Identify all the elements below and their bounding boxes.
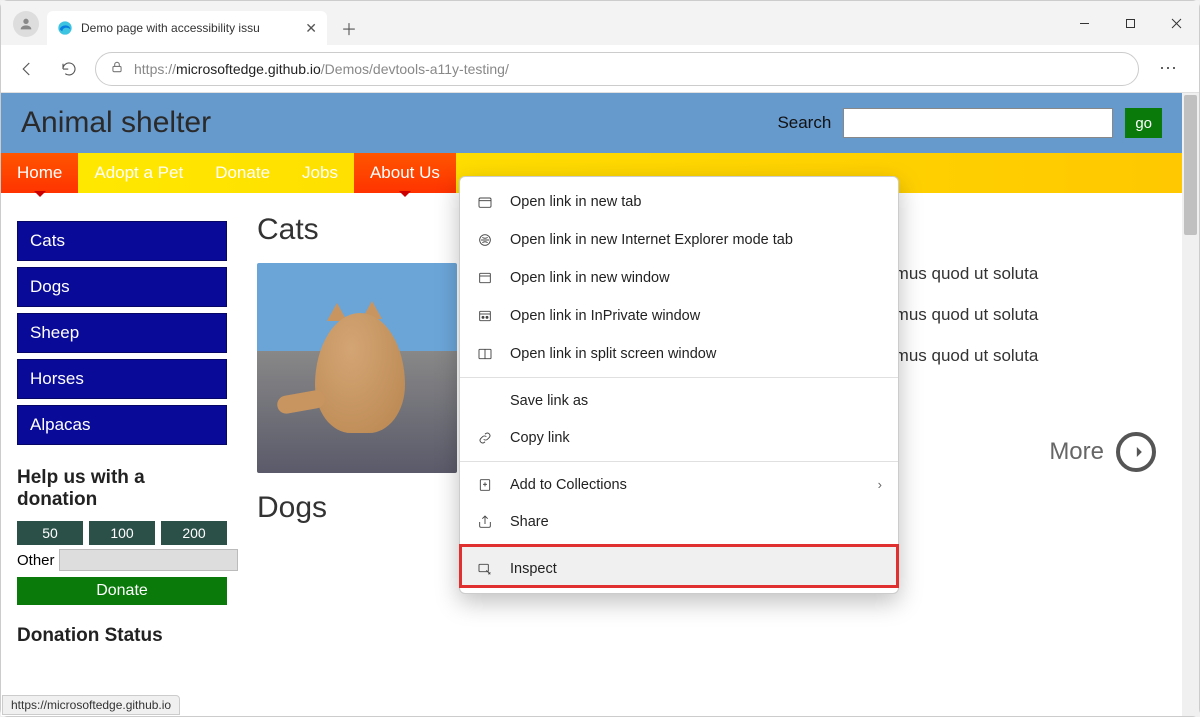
context-menu-label: Save link as xyxy=(510,393,588,409)
refresh-button[interactable] xyxy=(53,53,85,85)
context-menu-label: Open link in split screen window xyxy=(510,346,716,362)
context-menu-label: Open link in new Internet Explorer mode … xyxy=(510,232,793,248)
sidebar-item-sheep[interactable]: Sheep xyxy=(17,313,227,353)
donate-button[interactable]: Donate xyxy=(17,577,227,605)
address-bar[interactable]: https://microsoftedge.github.io/Demos/de… xyxy=(95,52,1139,86)
sidebar-item-cats[interactable]: Cats xyxy=(17,221,227,261)
context-menu-item[interactable]: Save link as xyxy=(460,377,898,419)
context-menu-item[interactable]: Share xyxy=(460,503,898,541)
search-label: Search xyxy=(777,113,831,133)
donate-50-button[interactable]: 50 xyxy=(17,521,83,545)
context-menu-label: Open link in new tab xyxy=(510,194,641,210)
context-menu-label: Open link in new window xyxy=(510,270,670,286)
vertical-scrollbar[interactable] xyxy=(1182,93,1199,716)
donate-200-button[interactable]: 200 xyxy=(161,521,227,545)
context-menu-item[interactable]: Inspect xyxy=(460,545,898,587)
nav-adopt[interactable]: Adopt a Pet xyxy=(78,153,199,193)
inspect-icon xyxy=(476,560,494,578)
context-menu-label: Add to Collections xyxy=(510,477,627,493)
chevron-right-icon: › xyxy=(878,477,882,492)
new-tab-button[interactable]: ＋ xyxy=(335,14,363,42)
sidebar: Cats Dogs Sheep Horses Alpacas Help us w… xyxy=(17,213,227,647)
nav-home[interactable]: Home xyxy=(1,153,78,193)
edge-icon xyxy=(57,20,73,36)
profile-avatar[interactable] xyxy=(13,11,39,37)
context-menu-item[interactable]: Open link in new tab xyxy=(460,183,898,221)
donation-heading: Help us with a donation xyxy=(17,467,227,511)
collections-icon xyxy=(476,476,494,494)
context-menu-label: Copy link xyxy=(510,430,570,446)
share-icon xyxy=(476,513,494,531)
close-window-button[interactable] xyxy=(1153,1,1199,45)
tab-title: Demo page with accessibility issu xyxy=(81,21,297,35)
other-amount-input[interactable] xyxy=(59,549,238,571)
maximize-button[interactable] xyxy=(1107,1,1153,45)
browser-menu-button[interactable]: ⋯ xyxy=(1149,58,1189,79)
lock-icon xyxy=(110,60,124,77)
minimize-button[interactable] xyxy=(1061,1,1107,45)
ie-icon xyxy=(476,231,494,249)
context-menu-label: Share xyxy=(510,514,549,530)
url-text: https://microsoftedge.github.io/Demos/de… xyxy=(134,61,509,77)
sidebar-item-dogs[interactable]: Dogs xyxy=(17,267,227,307)
private-icon xyxy=(476,307,494,325)
donation-status-heading: Donation Status xyxy=(17,625,227,647)
close-tab-icon[interactable]: ✕ xyxy=(305,20,317,37)
context-menu-item[interactable]: Open link in new Internet Explorer mode … xyxy=(460,221,898,259)
other-label: Other xyxy=(17,552,55,569)
search-go-button[interactable]: go xyxy=(1125,108,1162,138)
tab-strip: Demo page with accessibility issu ✕ ＋ xyxy=(1,1,1199,45)
donate-100-button[interactable]: 100 xyxy=(89,521,155,545)
link-icon xyxy=(476,429,494,447)
tab-icon xyxy=(476,193,494,211)
more-label: More xyxy=(1049,438,1104,466)
context-menu-label: Open link in InPrivate window xyxy=(510,308,700,324)
sidebar-item-alpacas[interactable]: Alpacas xyxy=(17,405,227,445)
context-menu-item[interactable]: Open link in InPrivate window xyxy=(460,297,898,335)
back-button[interactable] xyxy=(11,53,43,85)
toolbar: https://microsoftedge.github.io/Demos/de… xyxy=(1,45,1199,93)
browser-tab[interactable]: Demo page with accessibility issu ✕ xyxy=(47,11,327,45)
sidebar-item-horses[interactable]: Horses xyxy=(17,359,227,399)
context-menu-label: Inspect xyxy=(510,561,557,577)
search-input[interactable] xyxy=(843,108,1113,138)
window-controls xyxy=(1061,1,1199,45)
context-menu-item[interactable]: Add to Collections › xyxy=(460,461,898,503)
cat-image xyxy=(257,263,457,473)
scrollbar-thumb[interactable] xyxy=(1184,95,1197,235)
context-menu: Open link in new tab Open link in new Int… xyxy=(459,176,899,594)
context-menu-item[interactable]: Copy link xyxy=(460,419,898,457)
blank-icon xyxy=(476,392,494,410)
status-bar: https://microsoftedge.github.io xyxy=(2,695,180,715)
nav-donate[interactable]: Donate xyxy=(199,153,286,193)
nav-jobs[interactable]: Jobs xyxy=(286,153,354,193)
window-icon xyxy=(476,269,494,287)
arrow-right-icon xyxy=(1116,432,1156,472)
page-header: Animal shelter Search go xyxy=(1,93,1182,153)
page-title: Animal shelter xyxy=(21,106,777,140)
context-menu-item[interactable]: Open link in new window xyxy=(460,259,898,297)
split-icon xyxy=(476,345,494,363)
nav-about[interactable]: About Us xyxy=(354,153,456,193)
context-menu-item[interactable]: Open link in split screen window xyxy=(460,335,898,373)
